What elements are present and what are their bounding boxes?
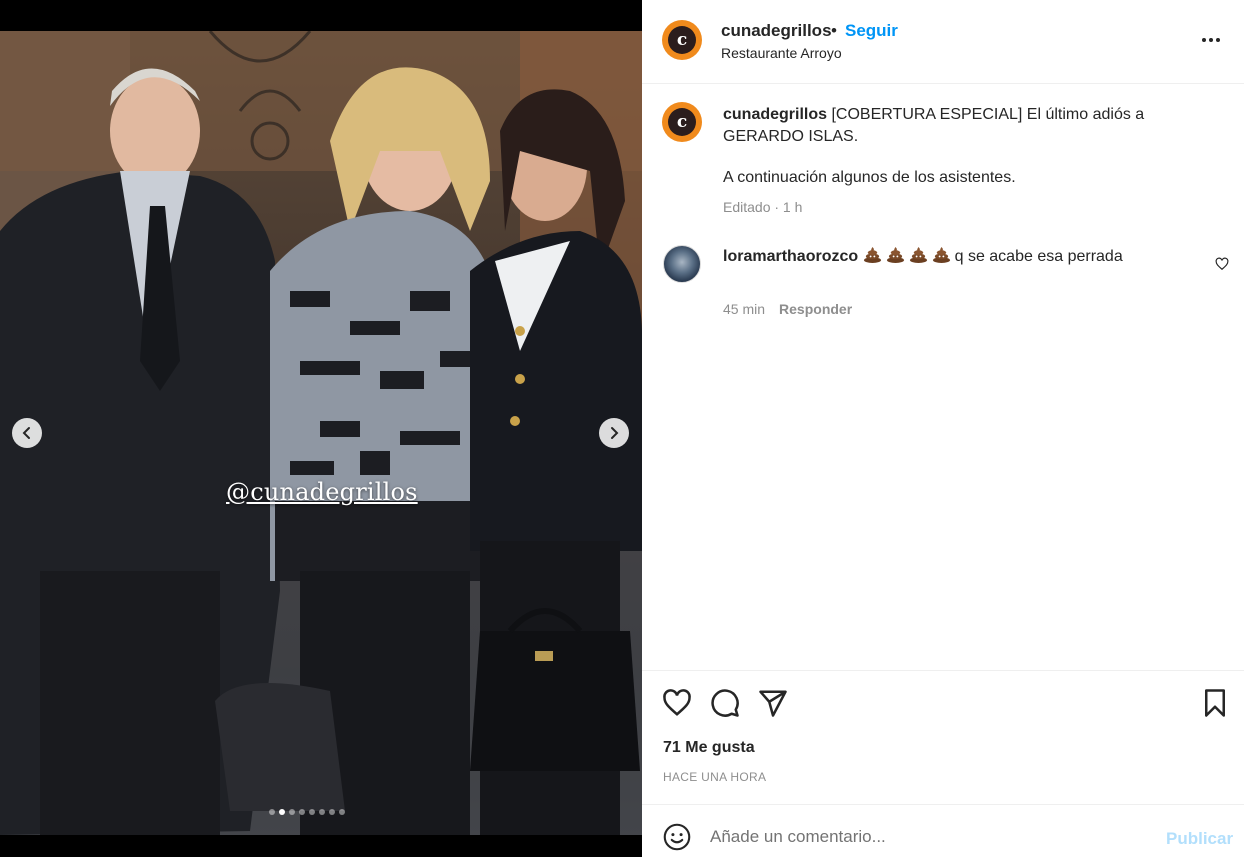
post-photo: @cunadegrillos: [0, 31, 642, 835]
like-heart-icon[interactable]: [662, 688, 692, 718]
next-slide-button[interactable]: [599, 418, 629, 448]
caption-text-2: A continuación algunos de los asistentes…: [723, 169, 1016, 186]
post-media: @cunadegrillos: [0, 0, 642, 857]
caption-avatar[interactable]: c: [662, 102, 702, 142]
caption-meta: Editado · 1 h: [723, 199, 803, 215]
emoji-icon[interactable]: [663, 823, 691, 851]
save-bookmark-icon[interactable]: [1200, 688, 1230, 718]
share-send-icon[interactable]: [758, 688, 788, 718]
comment-emoji: [863, 246, 955, 265]
carousel-dot: [339, 809, 345, 815]
previous-slide-button[interactable]: [12, 418, 42, 448]
caption-avatar-letter: c: [668, 108, 696, 136]
post-side-panel: c cunadegrillos • Seguir Restaurante Arr…: [642, 0, 1244, 857]
photo-illustration: [0, 31, 642, 835]
add-comment-bar: Publicar: [642, 804, 1244, 857]
carousel-dot: [329, 809, 335, 815]
post-header: c cunadegrillos • Seguir Restaurante Arr…: [642, 0, 1244, 84]
carousel-dot: [269, 809, 275, 815]
header-username[interactable]: cunadegrillos: [721, 21, 832, 41]
poop-emoji-icon: [932, 246, 950, 263]
post-caption: cunadegrillos [COBERTURA ESPECIAL] El úl…: [723, 104, 1163, 148]
comment: loramarthaorozco q se acabe esa perrada: [723, 246, 1193, 268]
commenter-avatar[interactable]: [663, 245, 701, 283]
comment-text: q se acabe esa perrada: [954, 248, 1123, 265]
carousel-dot: [289, 809, 295, 815]
poop-emoji-icon: [886, 246, 904, 263]
avatar[interactable]: c: [662, 20, 702, 60]
follow-button[interactable]: Seguir: [845, 21, 898, 41]
post-time: HACE UNA HORA: [663, 770, 767, 784]
location-link[interactable]: Restaurante Arroyo: [721, 45, 842, 61]
reply-button[interactable]: Responder: [779, 301, 852, 317]
caption-username[interactable]: cunadegrillos: [723, 106, 827, 123]
carousel-indicator: [269, 809, 345, 815]
watermark-text: @cunadegrillos: [226, 478, 418, 506]
likes-count[interactable]: 71 Me gusta: [663, 739, 755, 757]
carousel-dot: [309, 809, 315, 815]
carousel-dot: [319, 809, 325, 815]
carousel-dot: [279, 809, 285, 815]
chevron-left-icon: [22, 427, 30, 439]
comment-input[interactable]: [710, 819, 1150, 855]
header-separator: •: [831, 21, 837, 40]
publish-button[interactable]: Publicar: [1166, 829, 1233, 849]
poop-emoji-icon: [909, 246, 927, 263]
comment-time: 45 min: [723, 301, 766, 317]
avatar-letter: c: [668, 26, 696, 54]
more-options-icon[interactable]: [1202, 30, 1224, 50]
comment-like-heart-icon[interactable]: [1215, 257, 1229, 271]
poop-emoji-icon: [863, 246, 881, 263]
comment-bubble-icon[interactable]: [710, 688, 740, 718]
comment-username[interactable]: loramarthaorozco: [723, 248, 858, 265]
chevron-right-icon: [611, 427, 619, 439]
comment-meta: 45 min Responder: [723, 301, 852, 317]
post-actions: 71 Me gusta HACE UNA HORA: [642, 670, 1244, 804]
carousel-dot: [299, 809, 305, 815]
